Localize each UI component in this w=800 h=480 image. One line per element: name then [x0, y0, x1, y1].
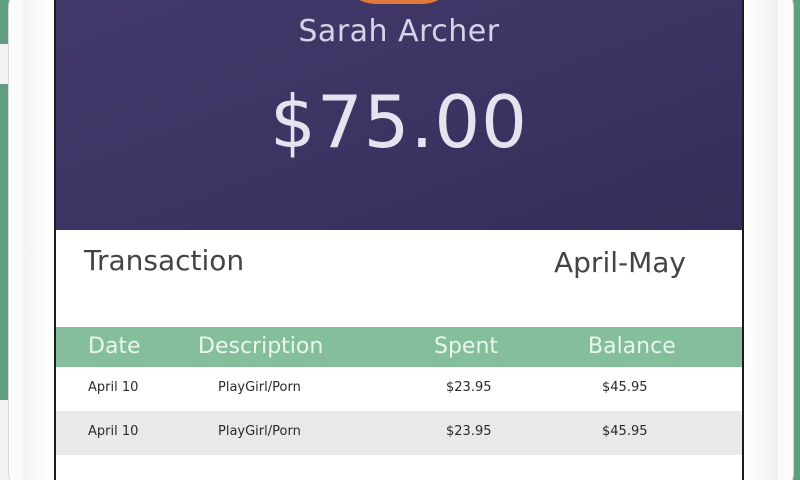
- cell-spent: $23.95: [446, 424, 492, 439]
- cell-spent: $23.95: [446, 380, 492, 395]
- table-row[interactable]: April 10 PlayGirl/Porn $23.95 $45.95: [56, 367, 742, 411]
- balance-amount: $75.00: [270, 80, 528, 164]
- phone-bezel-right: [742, 0, 778, 480]
- column-header-date[interactable]: Date: [88, 334, 141, 359]
- cell-description: PlayGirl/Porn: [218, 424, 301, 439]
- cell-date: April 10: [88, 424, 139, 439]
- section-title: Transaction: [84, 244, 245, 277]
- profile-header: Sarah Archer $75.00: [56, 0, 742, 230]
- table-row[interactable]: April 10 PlayGirl/Porn $23.95 $45.95: [56, 411, 742, 455]
- table-header: Date Description Spent Balance: [56, 327, 742, 367]
- column-header-spent[interactable]: Spent: [434, 334, 498, 359]
- cell-balance: $45.95: [602, 424, 648, 439]
- column-header-balance[interactable]: Balance: [588, 334, 676, 359]
- profile-name: Sarah Archer: [298, 14, 500, 49]
- app-screen: Sarah Archer $75.00 Transaction April-Ma…: [56, 0, 742, 480]
- avatar[interactable]: [340, 0, 458, 4]
- cell-description: PlayGirl/Porn: [218, 380, 301, 395]
- cell-balance: $45.95: [602, 380, 648, 395]
- cell-date: April 10: [88, 380, 139, 395]
- period-selector[interactable]: April-May: [554, 246, 686, 279]
- phone-bezel-left: [22, 0, 56, 480]
- column-header-description[interactable]: Description: [198, 334, 323, 359]
